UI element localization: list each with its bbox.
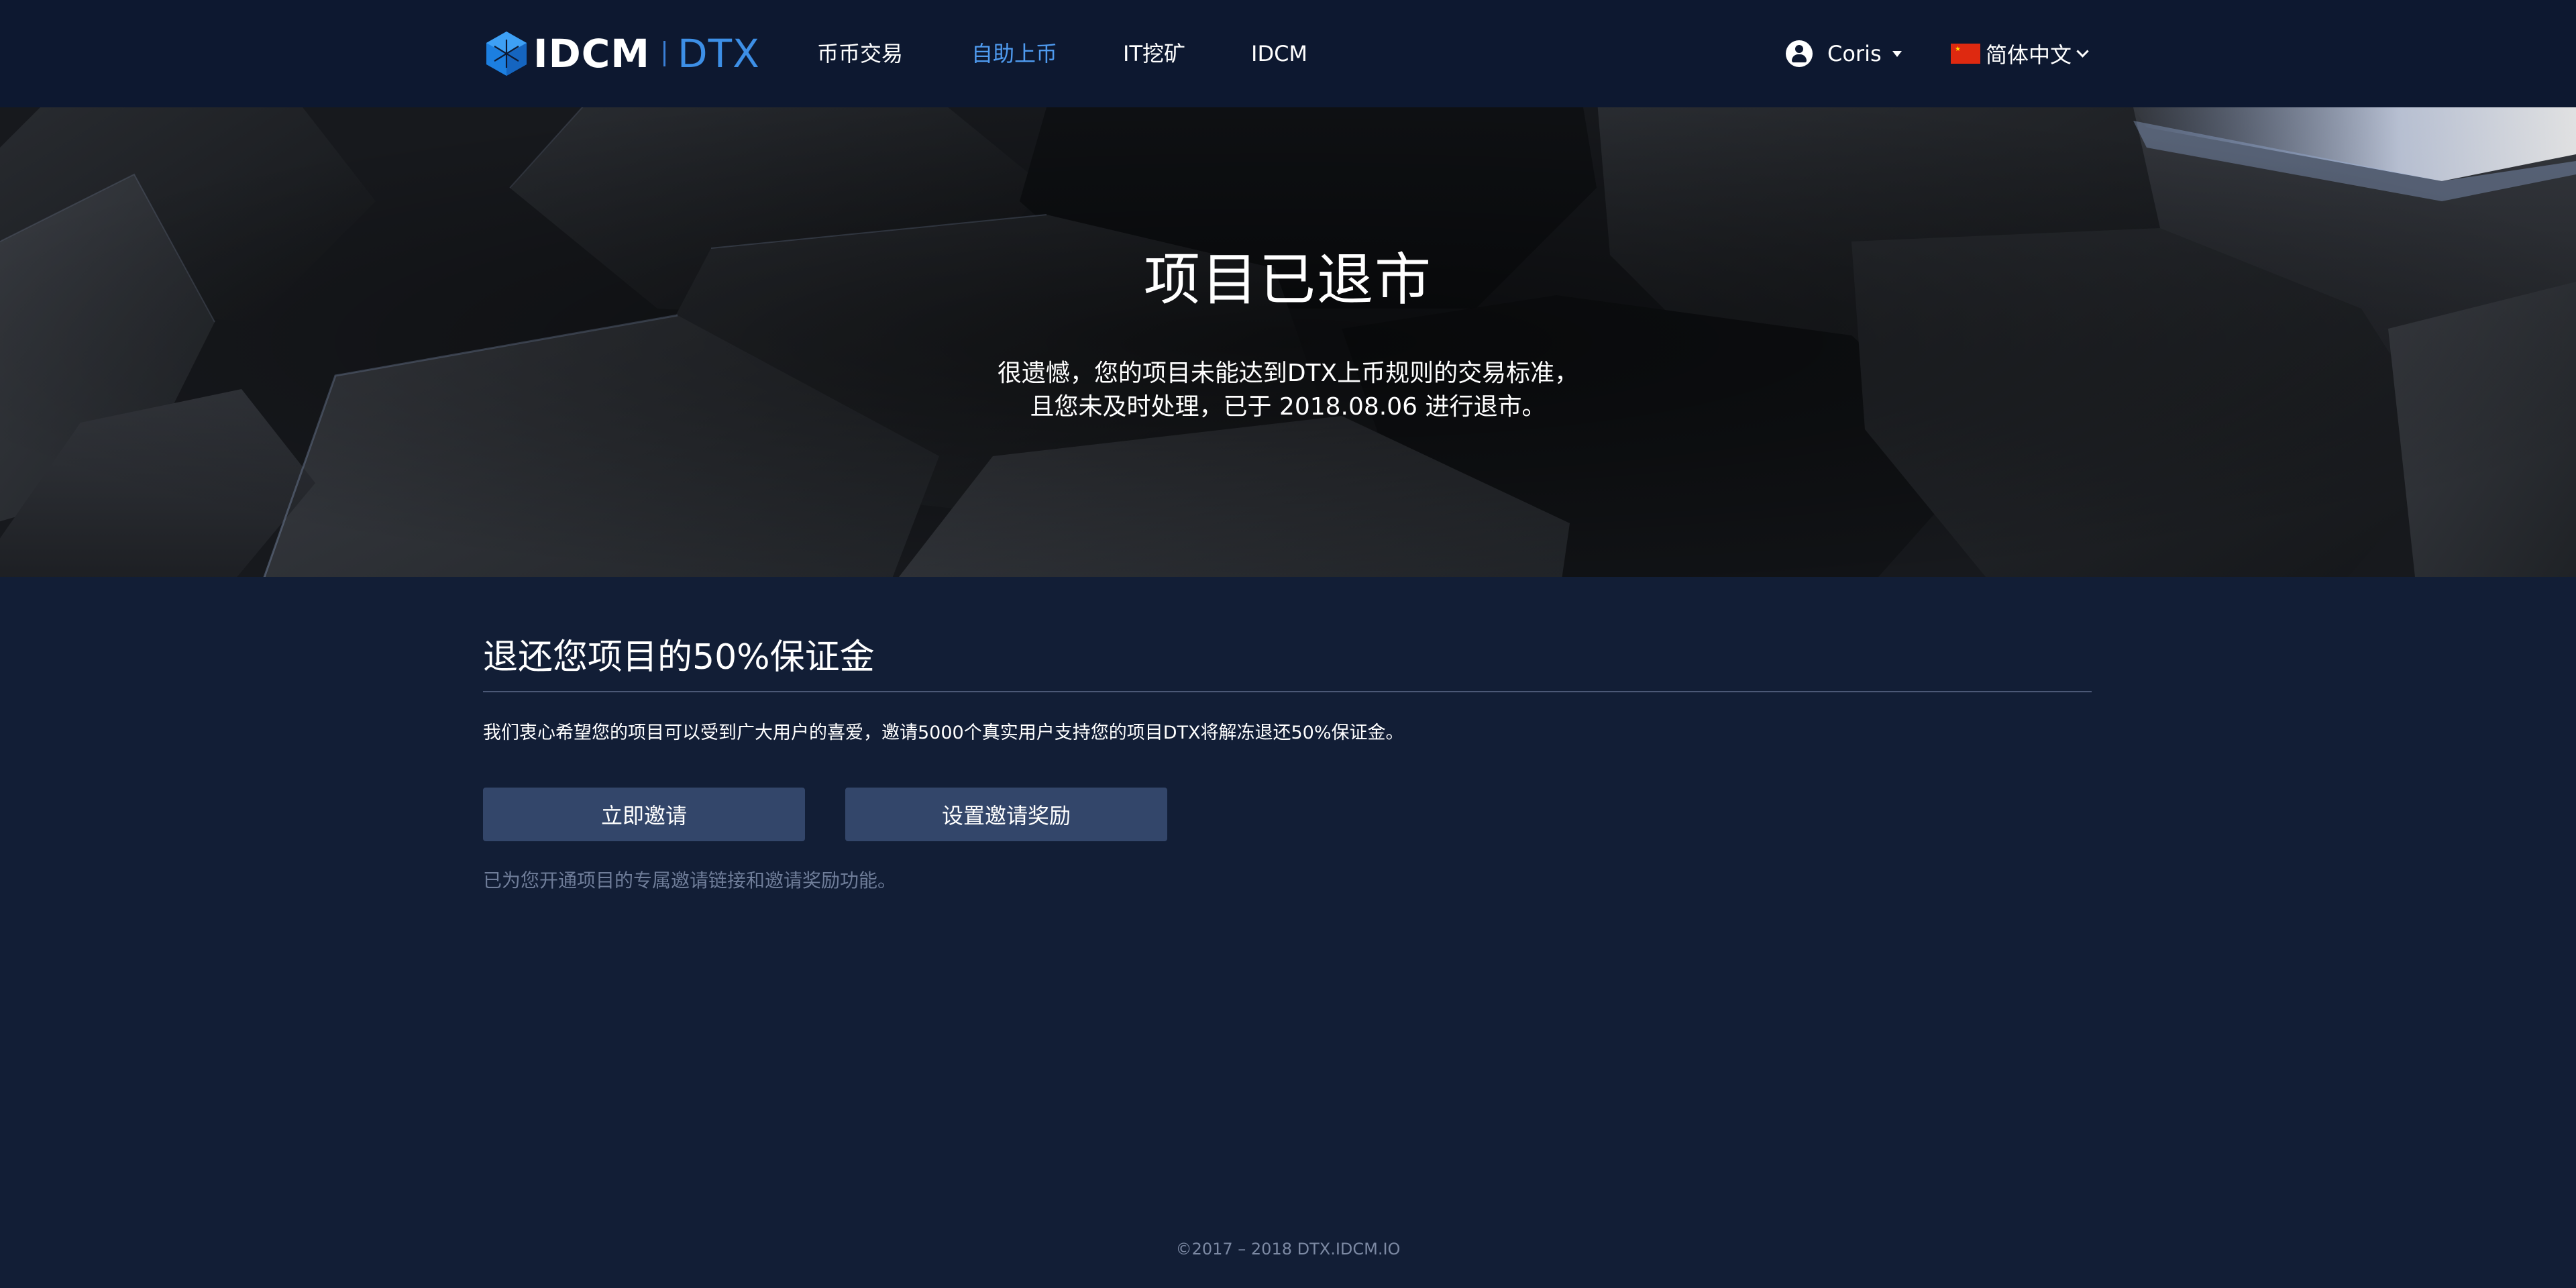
invite-note: 已为您开通项目的专属邀请链接和邀请奖励功能。 bbox=[483, 869, 897, 892]
chevron-down-icon bbox=[2076, 44, 2089, 58]
nav-item-self-listing[interactable]: 自助上币 bbox=[971, 39, 1057, 68]
logo-divider bbox=[663, 41, 666, 66]
caret-down-icon bbox=[1892, 50, 1902, 57]
brand-logo[interactable]: IDCM DTX bbox=[485, 28, 760, 79]
idcm-cube-icon bbox=[486, 32, 527, 76]
china-flag-icon: ★ bbox=[1951, 44, 1980, 64]
hero-title: 项目已退市 bbox=[1143, 247, 1432, 313]
section-title: 退还您项目的50%保证金 bbox=[483, 637, 875, 678]
set-invite-reward-button[interactable]: 设置邀请奖励 bbox=[845, 788, 1167, 841]
invite-now-button[interactable]: 立即邀请 bbox=[483, 788, 805, 841]
language-selector[interactable]: ★ 简体中文 bbox=[1951, 38, 2089, 70]
section-divider bbox=[483, 691, 2092, 692]
hexagon-background-image bbox=[0, 107, 2576, 577]
brand-name: IDCM bbox=[533, 31, 651, 76]
refund-description: 我们衷心希望您的项目可以受到广大用户的喜爱，邀请5000个真实用户支持您的项目D… bbox=[483, 722, 1404, 743]
nav-item-spot-trading[interactable]: 币币交易 bbox=[817, 39, 903, 68]
page: IDCM DTX 币币交易 自助上币 IT挖矿 IDCM Coris ★ 简体中… bbox=[0, 0, 2576, 1288]
brand-product: DTX bbox=[678, 31, 760, 76]
top-navbar: IDCM DTX 币币交易 自助上币 IT挖矿 IDCM Coris ★ 简体中… bbox=[0, 0, 2576, 107]
user-avatar-icon bbox=[1786, 40, 1813, 67]
language-label: 简体中文 bbox=[1986, 42, 2072, 68]
user-menu[interactable]: Coris bbox=[1786, 38, 1902, 70]
hero-message-line-1: 很遗憾，您的项目未能达到DTX上币规则的交易标准， bbox=[997, 360, 1579, 387]
hero-message-line-2: 且您未及时处理，已于 2018.08.06 进行退市。 bbox=[1030, 393, 1546, 421]
hero-banner: 项目已退市 很遗憾，您的项目未能达到DTX上币规则的交易标准， 且您未及时处理，… bbox=[0, 107, 2576, 577]
nav-item-idcm[interactable]: IDCM bbox=[1251, 39, 1307, 68]
user-name: Coris bbox=[1827, 41, 1882, 66]
nav-item-it-mining[interactable]: IT挖矿 bbox=[1123, 39, 1185, 68]
footer-copyright: ©2017 – 2018 DTX.IDCM.IO bbox=[1175, 1240, 1401, 1258]
